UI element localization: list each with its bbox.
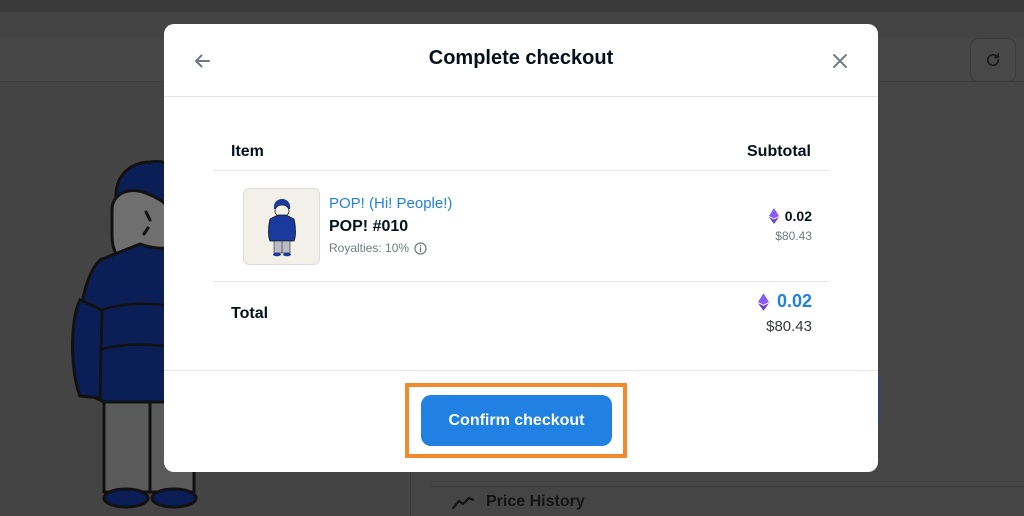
item-price-usd: $80.43: [775, 229, 812, 243]
info-icon[interactable]: [414, 241, 427, 255]
column-header-subtotal: Subtotal: [747, 143, 811, 160]
item-name: POP! #010: [329, 218, 409, 235]
top-bar: [0, 0, 1024, 12]
footer-divider: [164, 370, 878, 371]
item-price-eth: 0.02: [768, 208, 812, 224]
royalties-info: Royalties: 10%: [329, 241, 427, 255]
close-button[interactable]: [826, 48, 854, 74]
total-price-eth-value: 0.02: [776, 291, 812, 311]
trend-line-icon: [452, 496, 474, 509]
total-price-eth: 0.02: [757, 291, 812, 312]
nft-thumbnail-image: [267, 198, 296, 256]
close-icon: [833, 54, 847, 68]
refresh-button[interactable]: [970, 38, 1016, 82]
header-divider: [213, 170, 829, 171]
confirm-checkout-button[interactable]: Confirm checkout: [421, 395, 612, 446]
checkout-modal: Complete checkout Item Subtotal POP! (Hi…: [164, 24, 878, 472]
item-thumbnail[interactable]: [243, 188, 320, 265]
price-history-label: Price History: [486, 492, 585, 510]
ethereum-icon: [757, 292, 769, 311]
modal-header: Complete checkout: [164, 24, 878, 97]
collection-link[interactable]: POP! (Hi! People!): [329, 195, 452, 212]
modal-title: Complete checkout: [428, 47, 614, 69]
item-price-eth-value: 0.02: [784, 208, 812, 224]
price-history-section[interactable]: Price History: [430, 486, 1024, 516]
total-price-usd: $80.43: [766, 318, 812, 335]
total-label: Total: [231, 305, 269, 322]
royalties-label: Royalties: 10%: [329, 241, 410, 255]
row-divider: [213, 281, 829, 282]
column-header-item: Item: [231, 143, 264, 160]
ethereum-icon: [768, 208, 779, 224]
refresh-icon: [986, 53, 1000, 67]
